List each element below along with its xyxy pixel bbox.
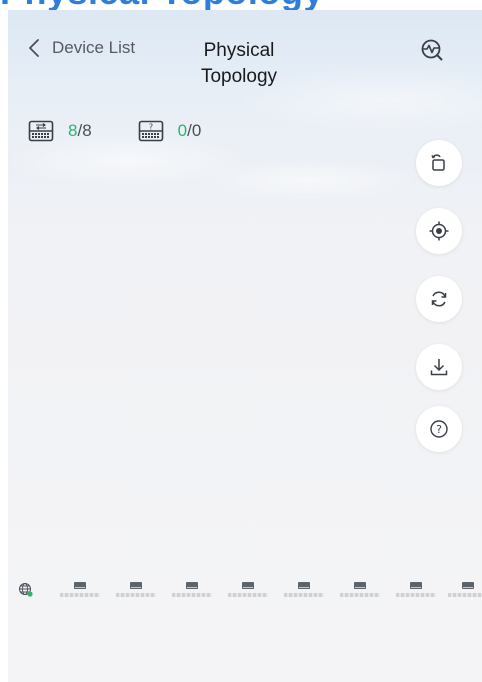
- switch-node[interactable]: [60, 582, 100, 602]
- topology-screen: Physical Topology Device List Physical T…: [0, 0, 482, 682]
- switch-online-count: 8: [68, 121, 78, 140]
- unknown-total-count: /0: [187, 121, 202, 140]
- switch-icon: [28, 120, 54, 142]
- switch-node-icon: [186, 582, 198, 589]
- top-banner: Physical Topology: [0, 0, 482, 10]
- page-title: Physical Topology: [200, 40, 278, 87]
- switch-node[interactable]: [228, 582, 268, 602]
- topology-canvas[interactable]: Device List Physical Topology 8 /8 ? 0 /…: [8, 10, 482, 682]
- switch-node-label: [60, 593, 100, 597]
- unknown-online-count: 0: [177, 121, 188, 140]
- target-icon: [429, 221, 449, 241]
- switch-node[interactable]: [396, 582, 436, 602]
- svg-text:?: ?: [436, 423, 442, 436]
- unknown-device-stat[interactable]: ? 0/0: [138, 120, 202, 142]
- switch-node-label: [284, 593, 324, 597]
- switch-node[interactable]: [116, 582, 156, 602]
- locate-button[interactable]: [416, 208, 462, 254]
- download-button[interactable]: [416, 344, 462, 390]
- switch-node-label: [228, 593, 268, 597]
- switch-node-icon: [462, 582, 474, 589]
- switch-node-icon: [242, 582, 254, 589]
- chevron-left-icon: [29, 39, 39, 57]
- refresh-icon: [431, 291, 447, 307]
- back-label: Device List: [52, 38, 136, 57]
- help-button[interactable]: ?: [416, 406, 462, 452]
- switch-node-icon: [130, 582, 142, 589]
- device-stats: 8/8 ? 0/0: [28, 120, 247, 142]
- switch-node-icon: [410, 582, 422, 589]
- unknown-device-icon: ?: [138, 120, 163, 142]
- switch-node-label: [396, 593, 436, 597]
- back-button[interactable]: Device List: [28, 38, 135, 58]
- switch-stat[interactable]: 8/8: [28, 120, 92, 142]
- switch-node-label: [340, 593, 380, 597]
- rotate-layout-button[interactable]: [416, 140, 462, 186]
- switch-node-icon: [354, 582, 366, 589]
- rotate-icon: [431, 154, 445, 171]
- header: Device List Physical Topology: [8, 10, 482, 110]
- refresh-button[interactable]: [416, 276, 462, 322]
- switch-node-label: [172, 593, 212, 597]
- download-icon: [430, 359, 448, 376]
- switch-node-icon: [74, 582, 86, 589]
- switch-node[interactable]: [448, 582, 482, 602]
- topology-device-row: [8, 576, 482, 606]
- switch-node[interactable]: [340, 582, 380, 602]
- network-diagnosis-icon[interactable]: [418, 36, 446, 64]
- switch-node-icon: [298, 582, 310, 589]
- switch-total-count: /8: [77, 121, 92, 140]
- svg-text:?: ?: [149, 123, 153, 132]
- switch-node-label: [448, 593, 482, 597]
- internet-globe-icon[interactable]: [18, 582, 34, 598]
- help-icon: ?: [430, 420, 448, 438]
- switch-node[interactable]: [172, 582, 212, 602]
- switch-node-label: [116, 593, 156, 597]
- switch-node[interactable]: [284, 582, 324, 602]
